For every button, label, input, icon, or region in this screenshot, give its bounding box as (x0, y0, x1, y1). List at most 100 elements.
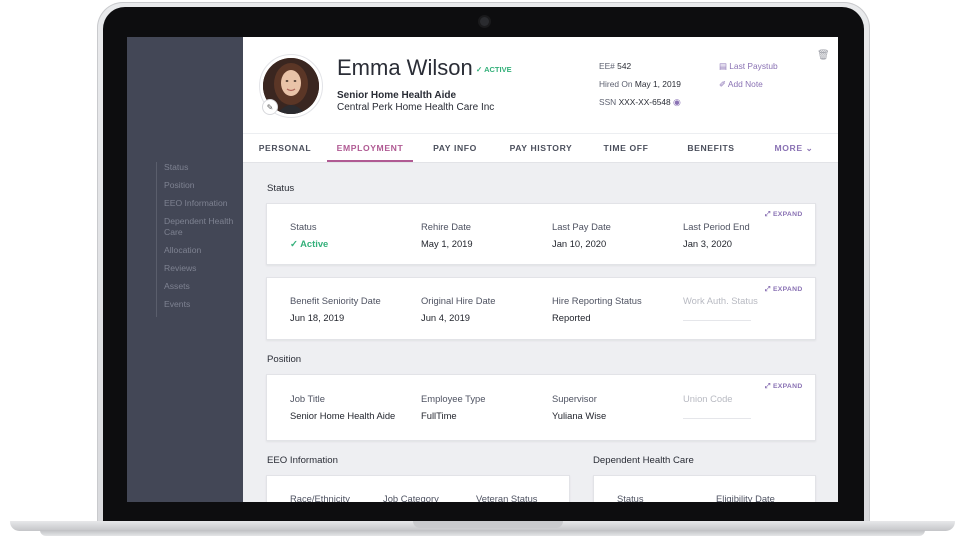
tab-personal[interactable]: PERSONAL (251, 134, 319, 162)
expand-label: EXPAND (772, 383, 803, 390)
field-label: Union Code (683, 393, 733, 404)
chevron-down-icon: ⌄ (802, 143, 814, 153)
status-badge: ✓ ACTIVE (476, 65, 512, 74)
expand-label: EXPAND (772, 286, 803, 293)
eye-icon[interactable]: ◉ (673, 97, 681, 107)
field-value: May 1, 2019 (421, 238, 473, 249)
expand-button[interactable]: ⤢ EXPAND (765, 211, 803, 219)
field-label: Benefit Seniority Date (290, 295, 381, 306)
field-union-code: Union Code (683, 393, 751, 419)
expand-label: EXPAND (772, 211, 803, 218)
field-eligibility-date: Eligibility Date (716, 493, 775, 502)
field-value: Senior Home Health Aide (290, 410, 396, 421)
ee-number: EE# 542 (599, 61, 631, 71)
expand-icon: ⤢ (765, 383, 773, 390)
pencil-icon[interactable]: ✎ (262, 99, 278, 115)
empty-value-line (683, 418, 751, 419)
employee-company: Central Perk Home Health Care Inc (337, 102, 495, 113)
nav-item-position[interactable]: Position (164, 180, 246, 191)
position-card: ⤢ EXPAND Job Title Senior Home Health Ai… (266, 374, 816, 441)
trash-icon[interactable]: 🗑 (817, 50, 830, 61)
nav-item-eeo[interactable]: EEO Information (164, 198, 246, 209)
eeo-card: Race/Ethnicity Job Category Veteran Stat… (266, 475, 570, 502)
field-value: Jun 18, 2019 (290, 312, 345, 323)
main-panel: ✎ Emma Wilson ✓ ACTIVE Senior Home Healt… (243, 37, 838, 502)
tab-benefits[interactable]: BENEFITS (677, 134, 745, 162)
tab-pay-info[interactable]: PAY INFO (423, 134, 487, 162)
last-paystub-link[interactable]: ▤ Last Paystub (719, 61, 778, 71)
field-label: Veteran Status (476, 493, 538, 502)
ssn: SSN XXX-XX-6548 ◉ (599, 97, 681, 108)
employee-job-title: Senior Home Health Aide (337, 90, 457, 101)
nav-item-reviews[interactable]: Reviews (164, 263, 246, 274)
laptop-notch (413, 521, 563, 528)
tab-employment[interactable]: EMPLOYMENT (327, 134, 413, 162)
field-rehire-date: Rehire Date May 1, 2019 (421, 221, 473, 249)
add-note-link[interactable]: ✐ Add Note (719, 79, 763, 89)
sidebar: Status Position EEO Information Dependen… (127, 37, 243, 502)
field-hire-reporting-status: Hire Reporting Status Reported (552, 295, 642, 323)
field-label: Race/Ethnicity (290, 493, 350, 502)
field-label: Eligibility Date (716, 493, 775, 502)
status-card: ⤢ EXPAND Status ✓ Active Rehire Date May… (266, 203, 816, 265)
field-job-category: Job Category (383, 493, 439, 502)
last-paystub-label: Last Paystub (729, 61, 778, 71)
section-nav: Status Position EEO Information Dependen… (156, 162, 246, 317)
field-supervisor: Supervisor Yuliana Wise (552, 393, 606, 421)
dependent-health-card: Status Eligibility Date (593, 475, 816, 502)
ssn-label: SSN (599, 97, 617, 107)
expand-icon: ⤢ (765, 211, 773, 218)
nav-item-dependent-health-care[interactable]: Dependent Health Care (164, 216, 246, 238)
camera-icon (480, 17, 489, 26)
field-original-hire-date: Original Hire Date Jun 4, 2019 (421, 295, 496, 323)
tab-pay-history[interactable]: PAY HISTORY (501, 134, 581, 162)
employment-content: Status ⤢ EXPAND Status ✓ Active Rehire D… (243, 162, 838, 502)
field-label: Rehire Date (421, 221, 472, 232)
expand-button[interactable]: ⤢ EXPAND (765, 383, 803, 391)
hired-label: Hired On (599, 79, 633, 89)
field-value: Reported (552, 312, 591, 323)
field-label: Supervisor (552, 393, 597, 404)
hired-on: Hired On May 1, 2019 (599, 79, 681, 89)
nav-item-assets[interactable]: Assets (164, 281, 246, 292)
nav-item-events[interactable]: Events (164, 299, 246, 310)
nav-item-status[interactable]: Status (164, 162, 246, 173)
ee-value: 542 (617, 61, 632, 71)
field-value: Jan 3, 2020 (683, 238, 732, 249)
field-race-ethnicity: Race/Ethnicity (290, 493, 350, 502)
field-label: Hire Reporting Status (552, 295, 642, 306)
field-label: Original Hire Date (421, 295, 496, 306)
field-dependent-status: Status (617, 493, 644, 502)
field-value: FullTime (421, 410, 457, 421)
field-benefit-seniority-date: Benefit Seniority Date Jun 18, 2019 (290, 295, 381, 323)
field-label: Work Auth. Status (683, 295, 758, 306)
field-value: Jun 4, 2019 (421, 312, 470, 323)
field-work-auth-status: Work Auth. Status (683, 295, 758, 321)
employee-name: Emma Wilson (337, 55, 473, 80)
expand-button[interactable]: ⤢ EXPAND (765, 286, 803, 294)
empty-value-line (683, 320, 751, 321)
nav-item-allocation[interactable]: Allocation (164, 245, 246, 256)
tab-bar: PERSONAL EMPLOYMENT PAY INFO PAY HISTORY… (243, 133, 838, 163)
tab-more[interactable]: MORE ⌄ (771, 134, 817, 162)
laptop-base-foot (40, 530, 925, 536)
section-title-status: Status (267, 183, 295, 194)
section-title-eeo: EEO Information (267, 455, 338, 466)
hired-value: May 1, 2019 (634, 79, 681, 89)
tab-time-off[interactable]: TIME OFF (593, 134, 659, 162)
field-last-period-end: Last Period End Jan 3, 2020 (683, 221, 750, 249)
field-label: Job Category (383, 493, 439, 502)
employee-header: ✎ Emma Wilson ✓ ACTIVE Senior Home Healt… (243, 37, 838, 133)
field-label: Employee Type (421, 393, 486, 404)
ssn-value: XXX-XX-6548 (618, 97, 671, 107)
status-value: Active (300, 238, 329, 249)
field-employee-type: Employee Type FullTime (421, 393, 485, 421)
section-title-dependent-health-care: Dependent Health Care (593, 455, 694, 466)
screen: Status Position EEO Information Dependen… (127, 37, 838, 502)
field-label: Last Period End (683, 221, 750, 232)
field-value: Yuliana Wise (552, 410, 607, 421)
field-label: Last Pay Date (552, 221, 611, 232)
field-label: Status (290, 221, 317, 232)
field-value: Jan 10, 2020 (552, 238, 607, 249)
check-icon: ✓ (476, 65, 485, 74)
